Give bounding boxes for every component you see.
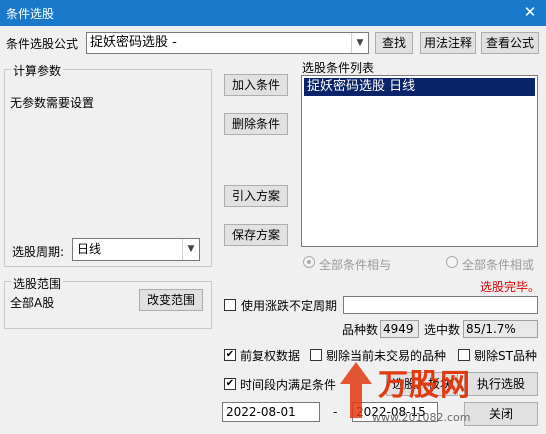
formula-select[interactable]: 捉妖密码选股 - ▼ bbox=[86, 32, 369, 54]
date-separator: - bbox=[333, 405, 338, 419]
no-params-text: 无参数需要设置 bbox=[10, 96, 95, 110]
params-group-title: 计算参数 bbox=[11, 62, 64, 79]
import-plan-button[interactable]: 引入方案 bbox=[224, 185, 288, 207]
condition-list-title: 选股条件列表 bbox=[302, 61, 375, 75]
change-range-button[interactable]: 改变范围 bbox=[139, 289, 203, 311]
find-button[interactable]: 查找 bbox=[375, 32, 413, 54]
count-value: 4949 bbox=[380, 320, 419, 338]
adjust-checkbox[interactable]: ✔ bbox=[224, 349, 236, 361]
adjust-label: 前复权数据 bbox=[240, 349, 301, 363]
chevron-down-icon[interactable]: ▼ bbox=[351, 33, 368, 53]
condition-list[interactable]: 捉妖密码选股 日线 bbox=[301, 75, 538, 247]
delete-condition-button[interactable]: 删除条件 bbox=[224, 113, 288, 135]
list-item[interactable]: 捉妖密码选股 日线 bbox=[304, 78, 535, 96]
usage-notes-button[interactable]: 用法注释 bbox=[420, 32, 476, 54]
selected-value: 85/1.7% bbox=[463, 320, 538, 338]
exclude-untraded-checkbox[interactable] bbox=[310, 349, 322, 361]
window-title: 条件选股 bbox=[6, 7, 55, 21]
watermark-url: www.201082.com bbox=[372, 411, 471, 424]
range-value: 全部A股 bbox=[10, 296, 55, 310]
period-match-label: 时间段内满足条件 bbox=[240, 378, 337, 392]
formula-value: 捉妖密码选股 - bbox=[90, 35, 177, 50]
variable-period-checkbox[interactable] bbox=[224, 299, 236, 311]
arrow-logo-icon bbox=[340, 362, 372, 418]
period-value: 日线 bbox=[77, 242, 102, 256]
or-radio[interactable] bbox=[446, 256, 458, 268]
range-group-title: 选股范围 bbox=[11, 275, 64, 292]
start-date-value: 2022-08-01 bbox=[226, 405, 296, 419]
and-label: 全部条件相与 bbox=[319, 258, 392, 272]
variable-period-label: 使用涨跌不定周期 bbox=[241, 299, 338, 313]
title-bar: 条件选股 ✕ bbox=[0, 0, 546, 26]
selected-label: 选中数 bbox=[424, 323, 461, 337]
add-condition-button[interactable]: 加入条件 bbox=[224, 74, 288, 96]
radio-dot bbox=[307, 260, 311, 264]
count-label: 品种数 bbox=[342, 323, 379, 337]
and-radio[interactable] bbox=[303, 256, 315, 268]
variable-period-input[interactable] bbox=[343, 296, 538, 314]
save-plan-button[interactable]: 保存方案 bbox=[224, 224, 288, 246]
close-button[interactable]: 关闭 bbox=[464, 402, 538, 426]
or-label: 全部条件相或 bbox=[462, 258, 535, 272]
formula-label: 条件选股公式 bbox=[6, 37, 79, 51]
start-date-input[interactable]: 2022-08-01 bbox=[222, 402, 320, 422]
exclude-st-label: 剔除ST品种 bbox=[474, 349, 537, 363]
period-select[interactable]: 日线 ▼ bbox=[72, 238, 200, 261]
execute-button[interactable]: 执行选股 bbox=[464, 372, 538, 396]
chevron-down-icon[interactable]: ▼ bbox=[182, 239, 199, 260]
status-text: 选股完毕。 bbox=[480, 280, 541, 294]
period-label: 选股周期: bbox=[12, 245, 65, 259]
view-formula-button[interactable]: 查看公式 bbox=[481, 32, 539, 54]
close-icon[interactable]: ✕ bbox=[518, 1, 542, 23]
period-match-checkbox[interactable]: ✔ bbox=[224, 378, 236, 390]
watermark-text: 万股网 bbox=[378, 368, 471, 403]
